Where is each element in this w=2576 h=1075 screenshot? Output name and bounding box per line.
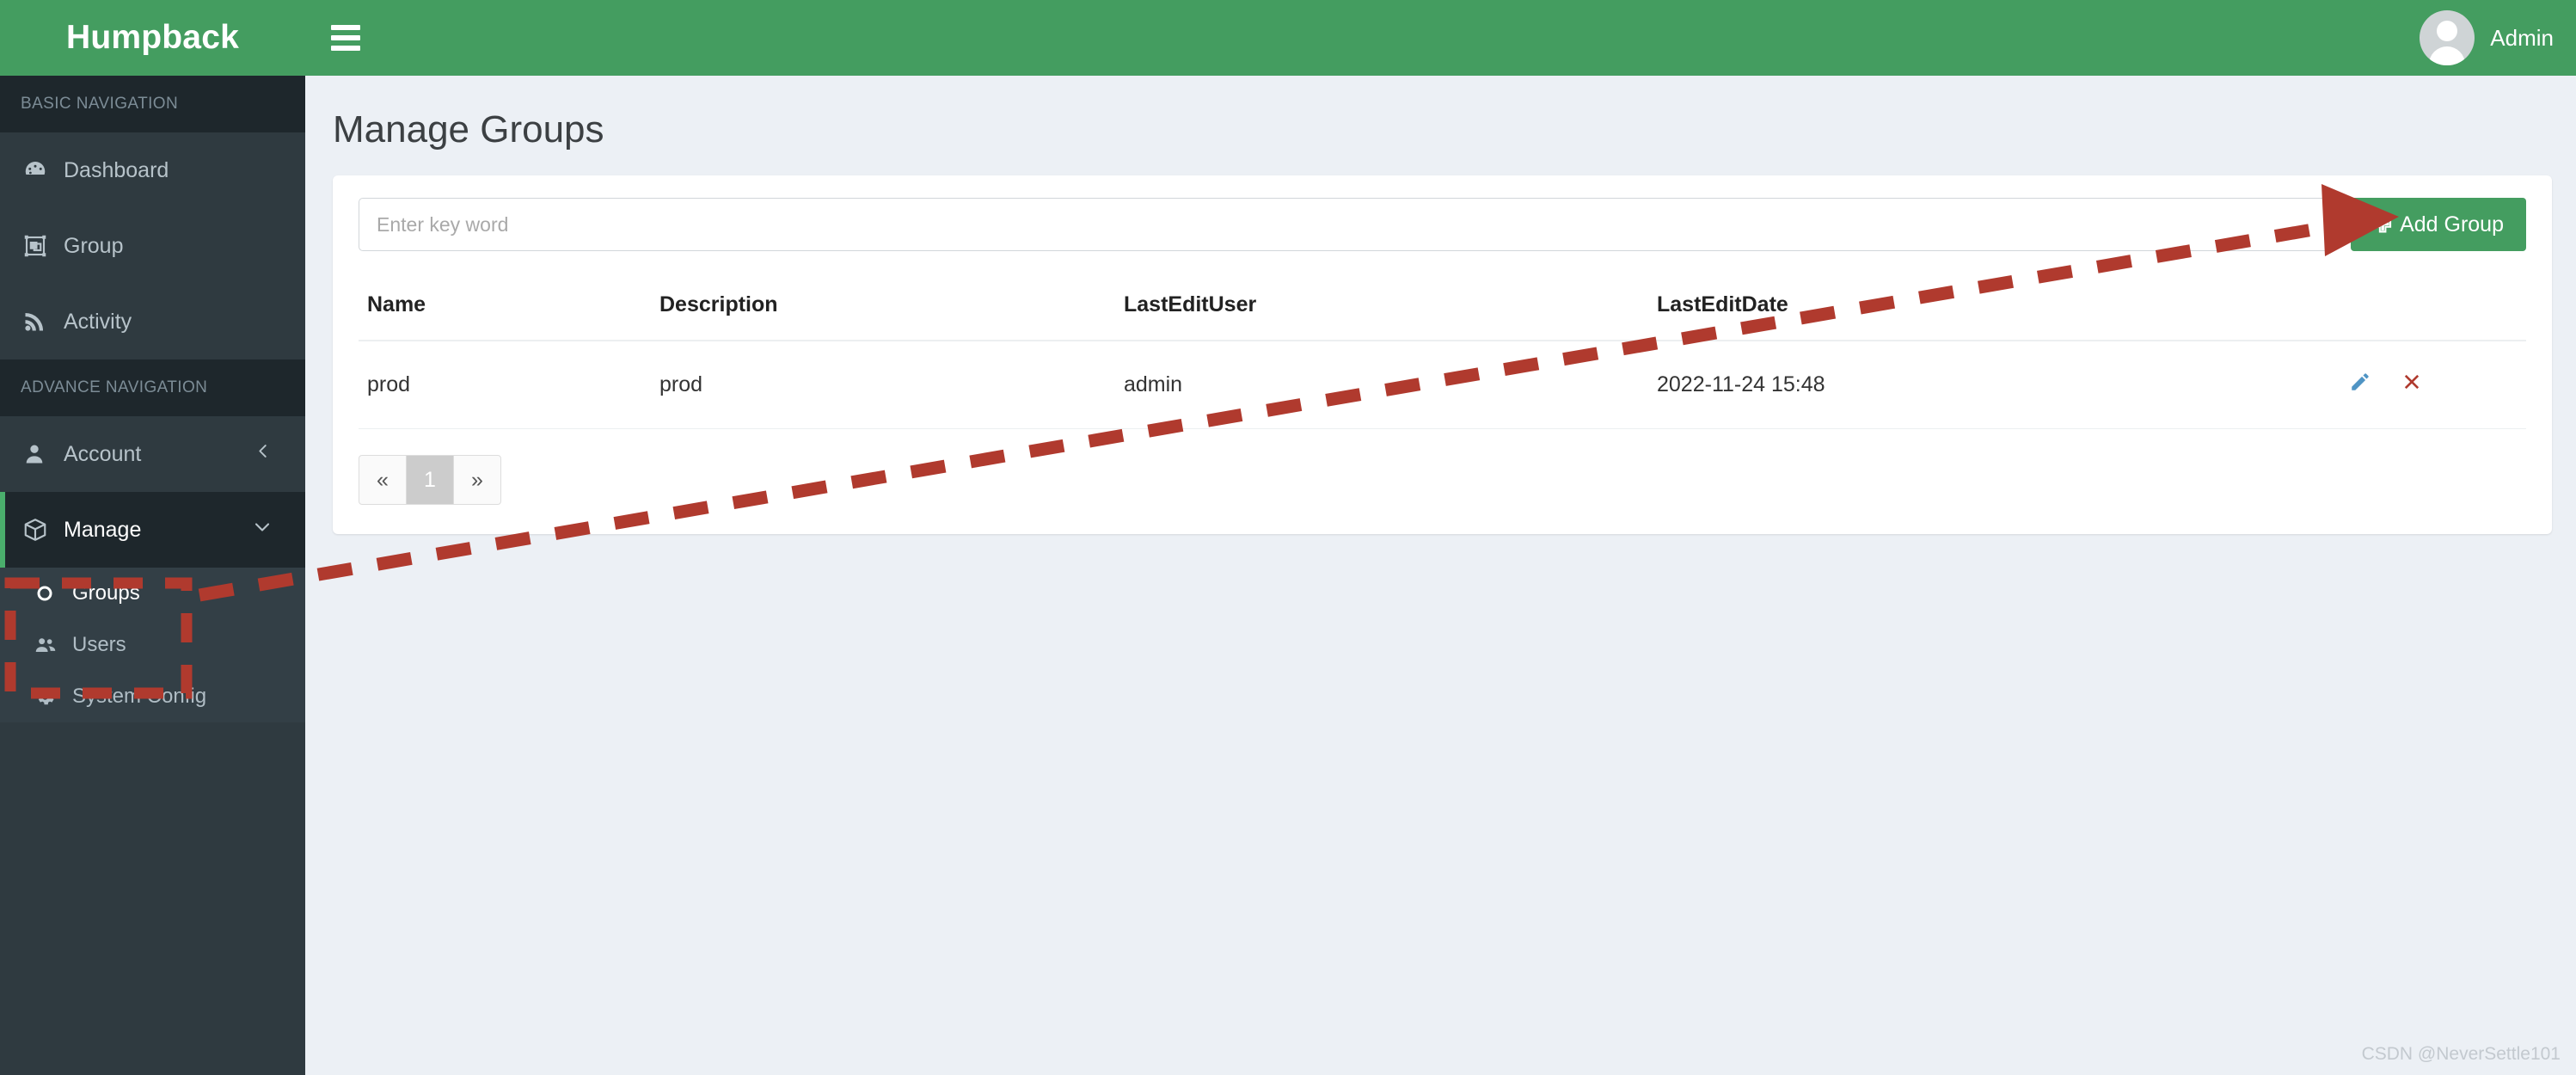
cell-description: prod [651,341,1115,429]
hamburger-bar [331,46,360,51]
groups-table: Name Description LastEditUser LastEditDa… [359,273,2526,429]
sidebar: Humpback BASIC NAVIGATION Dashboard Grou… [0,0,305,1075]
sidebar-item-label: Account [64,441,142,466]
main-content: Manage Groups ✙ Add Group Name Descripti… [305,76,2576,1075]
sidebar-item-group[interactable]: Group [0,208,305,284]
circle-icon [34,583,72,604]
table-head: Name Description LastEditUser LastEditDa… [359,273,2526,341]
sidebar-item-label: Manage [64,517,142,542]
user-menu[interactable]: Admin [2420,10,2562,65]
sidebar-item-label: Dashboard [64,157,169,182]
sidebar-item-label: System Config [72,685,207,708]
sidebar-item-label: Activity [64,309,132,334]
chevron-left-icon [254,442,273,467]
pencil-icon[interactable] [2349,371,2371,399]
topbar: Admin [305,0,2576,76]
cell-last-edit-date: 2022-11-24 15:48 [1648,341,2302,429]
avatar [2420,10,2475,65]
column-header-name: Name [359,273,651,341]
gear-icon [34,686,72,708]
column-header-lasteditusER: LastEditUser [1115,273,1648,341]
hamburger-menu-icon[interactable] [331,20,360,56]
column-header-lasteditdate: LastEditDate [1648,273,2302,341]
user-name-label: Admin [2490,24,2554,51]
sidebar-item-groups[interactable]: Groups [0,568,305,619]
sidebar-item-label: Group [64,233,124,258]
watermark: CSDN @NeverSettle101 [2361,1044,2561,1064]
add-group-label: Add Group [2400,212,2504,236]
sidebar-item-system-config[interactable]: System Config [0,671,305,722]
cell-actions [2302,341,2526,429]
toolbar: ✙ Add Group [359,198,2526,251]
sidebar-item-label: Groups [72,581,140,605]
sidebar-item-label: Users [72,633,126,656]
add-group-button[interactable]: ✙ Add Group [2351,198,2526,251]
box-icon [22,517,60,543]
user-icon [22,442,60,466]
table-row: prod prod admin 2022-11-24 15:48 [359,341,2526,429]
brand-logo[interactable]: Humpback [0,0,305,76]
app-root: Humpback BASIC NAVIGATION Dashboard Grou… [0,0,2576,1075]
sidebar-item-activity[interactable]: Activity [0,284,305,359]
table-body: prod prod admin 2022-11-24 15:48 [359,341,2526,429]
cell-last-edit-user: admin [1115,341,1648,429]
plus-icon: ✙ [2373,212,2393,237]
pagination-next[interactable]: » [453,455,501,505]
chevron-down-icon [252,517,273,544]
x-close-icon[interactable] [2401,371,2423,399]
pagination: « 1 » [359,455,2526,505]
row-action-icons [2310,371,2423,399]
users-icon [34,634,72,656]
hamburger-bar [331,35,360,40]
column-header-description: Description [651,273,1115,341]
brand-title: Humpback [66,19,239,56]
sidebar-item-users[interactable]: Users [0,619,305,671]
group-icon [22,233,60,259]
cell-name: prod [359,341,651,429]
search-input[interactable] [359,198,2336,251]
sidebar-section-basic: BASIC NAVIGATION [0,76,305,132]
hamburger-bar [331,25,360,30]
activity-rss-icon [22,310,60,334]
table-header-row: Name Description LastEditUser LastEditDa… [359,273,2526,341]
pagination-prev[interactable]: « [359,455,407,505]
pagination-page-1[interactable]: 1 [406,455,454,505]
sidebar-item-account[interactable]: Account [0,416,305,492]
page-title: Manage Groups [333,108,604,150]
column-header-actions [2302,273,2526,341]
sidebar-submenu-manage: Groups Users System Config [0,568,305,722]
sidebar-section-advance: ADVANCE NAVIGATION [0,359,305,416]
groups-card: ✙ Add Group Name Description LastEditUse… [333,175,2552,534]
sidebar-item-dashboard[interactable]: Dashboard [0,132,305,208]
sidebar-item-manage[interactable]: Manage [0,492,305,568]
dashboard-icon [22,157,60,183]
